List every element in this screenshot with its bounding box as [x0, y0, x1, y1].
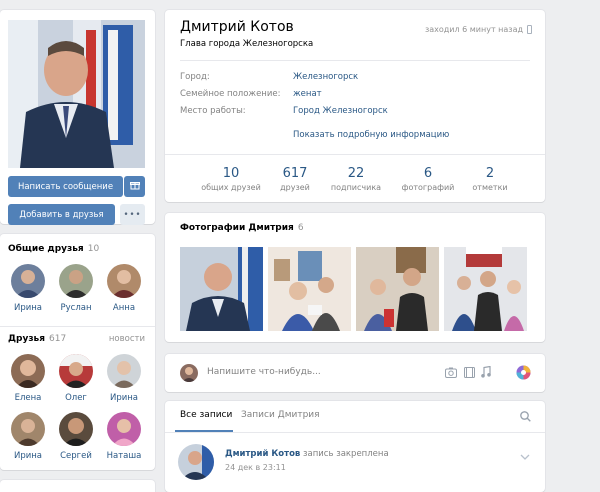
divider — [180, 60, 530, 61]
tab-all-posts[interactable]: Все записи — [180, 410, 232, 420]
profile-info-card: Дмитрий Котов Глава города Железногорска… — [165, 10, 545, 202]
family-label: Семейное положение: — [180, 89, 281, 99]
counter-tags[interactable]: 2 отметки — [452, 166, 528, 192]
friend-avatar — [59, 412, 93, 446]
friend-name: Анна — [112, 303, 136, 313]
city-label: Город: — [180, 72, 210, 82]
photo-thumbnail[interactable] — [180, 247, 263, 331]
color-theme-icon[interactable] — [516, 365, 531, 383]
work-value[interactable]: Город Железногорск — [293, 106, 388, 116]
own-avatar — [180, 364, 198, 382]
friend-avatar — [11, 412, 45, 446]
profile-avatar[interactable] — [8, 20, 145, 168]
friend-avatar — [59, 354, 93, 388]
friends-card: Общие друзья 10 Ирина Руслан Анна Друзья 6… — [0, 234, 155, 470]
photo-thumbnail[interactable] — [444, 247, 527, 331]
friends-news-link[interactable]: новости — [109, 334, 145, 344]
post-pinned-note: запись закреплена — [303, 449, 389, 459]
friend-item[interactable]: Ирина — [102, 354, 146, 403]
mobile-icon — [527, 25, 532, 37]
friend-item[interactable]: Сергей — [54, 412, 98, 461]
post-input[interactable]: Напишите что-нибудь... — [207, 367, 321, 377]
next-card — [0, 480, 155, 492]
friend-avatar — [107, 354, 141, 388]
friend-item[interactable]: Елена — [6, 354, 50, 403]
work-label: Место работы: — [180, 106, 246, 116]
profile-name: Дмитрий Котов — [180, 19, 294, 35]
common-friends-header[interactable]: Общие друзья 10 — [8, 244, 99, 254]
divider — [165, 154, 545, 155]
more-actions-button[interactable]: ••• — [120, 204, 145, 225]
common-friend-item[interactable]: Руслан — [54, 264, 98, 313]
post-author-avatar[interactable] — [178, 444, 214, 480]
common-friend-item[interactable]: Анна — [102, 264, 146, 313]
gift-button[interactable] — [124, 176, 145, 197]
music-icon[interactable] — [481, 365, 491, 381]
friend-name: Наташа — [106, 451, 142, 461]
profile-status: Глава города Железногорска — [180, 39, 314, 49]
show-more-info-link[interactable]: Показать подробную информацию — [293, 130, 449, 140]
post-date[interactable]: 24 дек в 23:11 — [225, 463, 286, 472]
friend-name: Олег — [65, 393, 87, 403]
common-friend-item[interactable]: Ирина — [6, 264, 50, 313]
last-seen: заходил 6 минут назад — [424, 25, 523, 34]
friend-name: Сергей — [60, 451, 92, 461]
divider — [165, 432, 545, 433]
friend-item[interactable]: Олег — [54, 354, 98, 403]
write-message-button[interactable]: Написать сообщение — [8, 176, 123, 197]
counter-followers[interactable]: 22 подписчика — [318, 166, 394, 192]
friend-avatar — [11, 264, 45, 298]
friend-name: Ирина — [109, 393, 139, 403]
friend-avatar — [107, 264, 141, 298]
city-value[interactable]: Железногорск — [293, 72, 358, 82]
avatar-card: Написать сообщение Добавить в друзья ••• — [0, 10, 155, 225]
divider — [0, 326, 155, 327]
photos-card: Фотографии Дмитрия 6 — [165, 213, 545, 342]
post-form: Напишите что-нибудь... — [165, 354, 545, 392]
friend-avatar — [11, 354, 45, 388]
gift-icon — [129, 180, 140, 193]
friend-avatar — [107, 412, 141, 446]
family-value[interactable]: женат — [293, 89, 322, 99]
friends-header[interactable]: Друзья 617 — [8, 334, 66, 344]
post-author-link[interactable]: Дмитрий Котов — [225, 449, 300, 459]
video-icon[interactable] — [464, 367, 475, 381]
add-friend-button[interactable]: Добавить в друзья — [8, 204, 115, 225]
photo-thumbnail[interactable] — [268, 247, 351, 331]
friend-name: Ирина — [13, 303, 43, 313]
photo-thumbnail[interactable] — [356, 247, 439, 331]
tab-own-posts[interactable]: Записи Дмитрия — [241, 410, 320, 420]
wall-card: Все записи Записи Дмитрия Дмитрий Котов … — [165, 401, 545, 492]
friend-item[interactable]: Наташа — [102, 412, 146, 461]
post-header: Дмитрий Котов запись закреплена — [225, 449, 389, 459]
friend-name: Елена — [14, 393, 42, 403]
photos-header[interactable]: Фотографии Дмитрия 6 — [180, 223, 304, 233]
friend-item[interactable]: Ирина — [6, 412, 50, 461]
chevron-down-icon[interactable] — [520, 452, 530, 463]
friend-avatar — [59, 264, 93, 298]
camera-icon[interactable] — [445, 367, 457, 381]
friend-name: Руслан — [60, 303, 92, 313]
friend-name: Ирина — [13, 451, 43, 461]
search-icon[interactable] — [520, 411, 531, 425]
